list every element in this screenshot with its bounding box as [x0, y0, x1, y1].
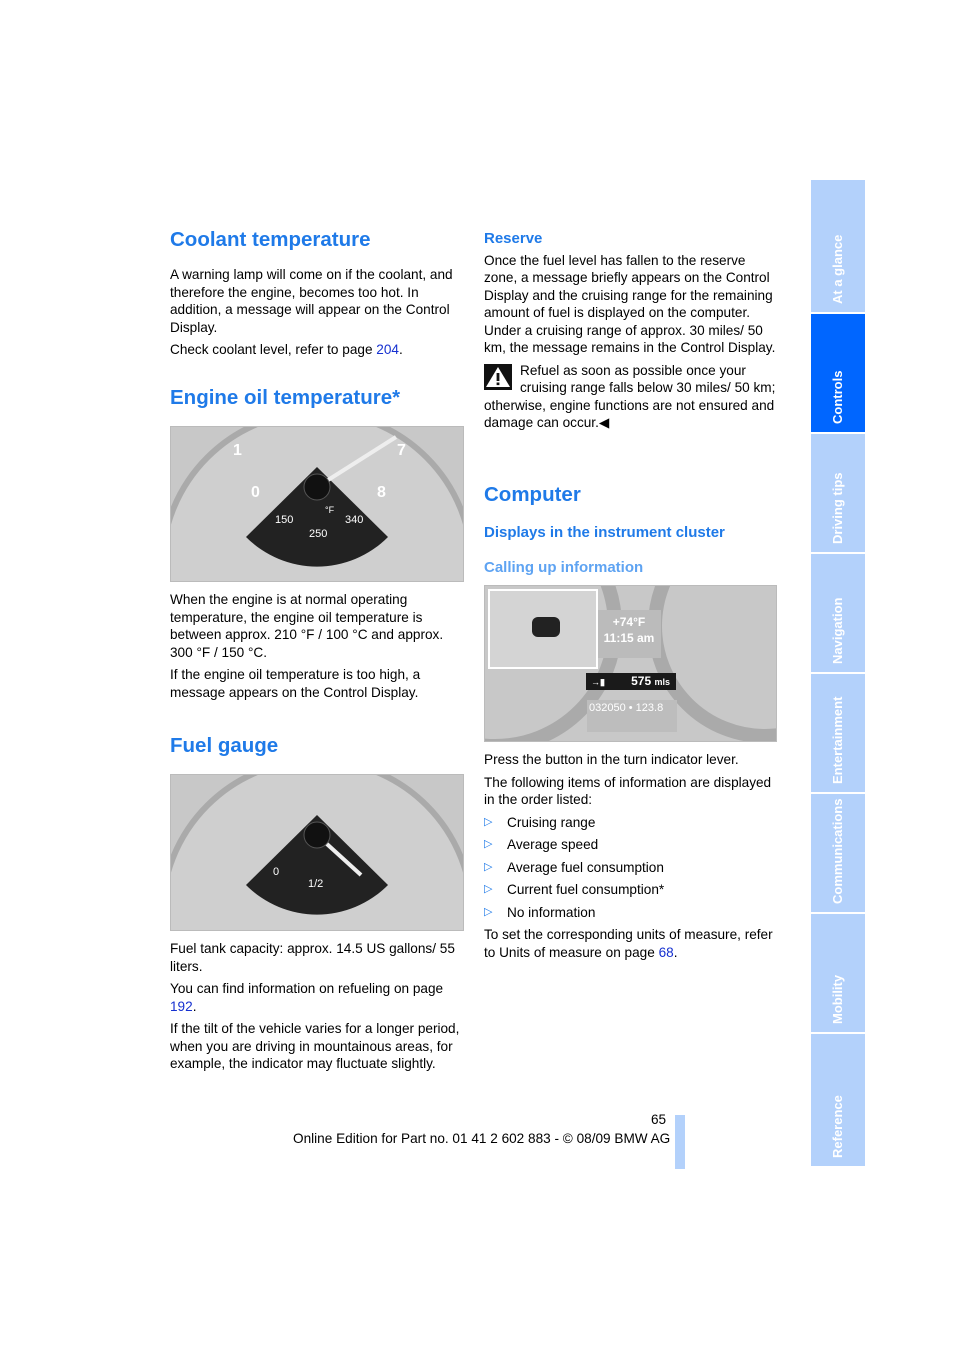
svg-text:250: 250 [309, 528, 327, 540]
tab-controls[interactable]: Controls [811, 314, 865, 432]
list-item: ▷ Average fuel consumption [484, 859, 664, 875]
press-button-text: Press the button in the turn indicator l… [484, 752, 739, 767]
manual-page: Coolant temperature A warning lamp will … [0, 0, 954, 1350]
svg-text:0: 0 [251, 484, 260, 501]
tab-reference[interactable]: Reference [811, 1034, 865, 1166]
list-item: ▷ No information [484, 904, 596, 920]
tab-communications[interactable]: Communications [811, 794, 865, 912]
oil-text-block: When the engine is at normal operating t… [170, 591, 465, 706]
tab-navigation[interactable]: Navigation [811, 554, 865, 672]
svg-text:0: 0 [273, 866, 279, 878]
svg-text:7: 7 [397, 442, 406, 459]
tab-mobility[interactable]: Mobility [811, 914, 865, 1032]
temp-time-display: +74°F 11:15 am [603, 615, 655, 645]
page-number: 65 [651, 1112, 667, 1127]
fuel-heading: Fuel gauge [170, 734, 279, 757]
bullet-triangle-icon: ▷ [484, 860, 493, 873]
fuel-capacity: Fuel tank capacity: approx. 14.5 US gall… [170, 941, 455, 974]
coolant-text: A warning lamp will come on if the coola… [170, 267, 453, 335]
oil-heading: Engine oil temperature* [170, 386, 401, 409]
order-text: The following items of information are d… [484, 774, 772, 808]
bullet-triangle-icon: ▷ [484, 815, 493, 828]
oil-text: When the engine is at normal operating t… [170, 592, 444, 660]
svg-text:340: 340 [345, 514, 363, 526]
turn-lever-inset [488, 589, 598, 669]
list-item: ▷ Average speed [484, 837, 599, 852]
page-link[interactable]: 204 [376, 342, 399, 357]
edition-footer: Online Edition for Part no. 01 41 2 602 … [293, 1131, 671, 1146]
coolant-ref: Check coolant level, refer to page 204. [170, 342, 403, 357]
svg-text:1/2: 1/2 [308, 878, 323, 890]
oil-warning-text: If the engine oil temperature is too hig… [170, 667, 421, 700]
oil-gauge-image: 1 7 0 8 150 °F 250 340 [170, 426, 464, 582]
page-link[interactable]: 68 [659, 945, 674, 960]
fuel-gauge-image: 0 1/2 [170, 774, 464, 931]
bullet-triangle-icon: ▷ [484, 838, 493, 850]
bullet-triangle-icon: ▷ [484, 883, 493, 895]
svg-text:8: 8 [377, 484, 386, 501]
fuel-arrow-icon: →▮ [591, 677, 605, 687]
computer-button [532, 617, 560, 637]
right-column: Reserve Once the fuel level has fallen t… [484, 230, 776, 437]
reserve-text: Once the fuel level has fallen to the re… [484, 252, 776, 356]
reserve-warning: Refuel as soon as possible once your cru… [484, 362, 776, 430]
info-list: ▷ Cruising range ▷ Average speed ▷ Average … [484, 814, 776, 922]
coolant-heading: Coolant temperature [170, 228, 371, 251]
svg-text:°F: °F [325, 505, 335, 515]
tab-at-a-glance[interactable]: At a glance [811, 180, 865, 312]
tab-driving-tips[interactable]: Driving tips [811, 434, 865, 552]
list-item: ▷ Current fuel consumption* [484, 882, 665, 897]
fuel-ref: You can find information on refueling on… [170, 981, 444, 1014]
page-link[interactable]: 192 [170, 999, 193, 1014]
instrument-cluster-image: +74°F 11:15 am →▮ 575 mls 032050 • 123.8 [484, 585, 777, 742]
svg-text:150: 150 [275, 514, 293, 526]
computer-text-block: Press the button in the turn indicator l… [484, 751, 776, 966]
warning-triangle-icon [484, 363, 512, 390]
svg-text:1: 1 [233, 442, 242, 459]
units-ref: To set the corresponding units of measur… [484, 927, 773, 960]
range-display: →▮ 575 mls [586, 673, 676, 690]
left-column: Coolant temperature A warning lamp will … [170, 228, 465, 364]
displays-subheading: Displays in the instrument cluster [484, 524, 725, 541]
bullet-triangle-icon: ▷ [484, 905, 493, 918]
reserve-heading: Reserve [484, 230, 543, 247]
list-item: ▷ Cruising range [484, 814, 596, 830]
tab-entertainment[interactable]: Entertainment [811, 674, 865, 792]
footer-bar [675, 1115, 685, 1169]
fuel-tilt-note: If the tilt of the vehicle varies for a … [170, 1021, 460, 1071]
odometer-display: 032050 • 123.8 [589, 702, 664, 714]
calling-up-subheading: Calling up information [484, 559, 644, 576]
fuel-text-block: Fuel tank capacity: approx. 14.5 US gall… [170, 940, 465, 1078]
computer-heading: Computer [484, 483, 581, 506]
